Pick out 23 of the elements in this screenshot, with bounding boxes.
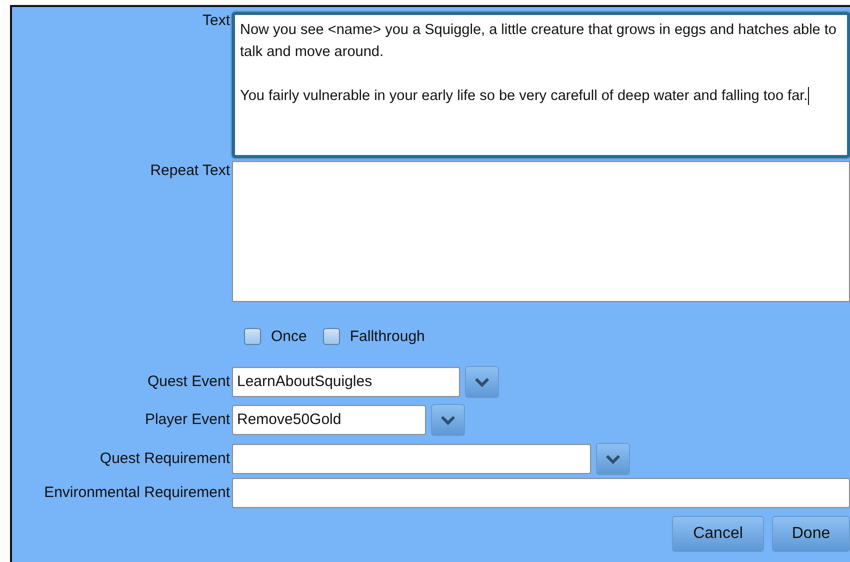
field-label: Repeat Text	[150, 162, 230, 180]
field-label: Environmental Requirement	[44, 484, 230, 502]
cancel-button[interactable]: Cancel	[672, 516, 764, 552]
dropdown-button[interactable]	[465, 366, 499, 398]
dropdown-button[interactable]	[596, 442, 630, 474]
chevron-down-icon	[605, 454, 621, 464]
combo-field[interactable]	[232, 444, 591, 474]
field-label: Text	[202, 12, 230, 30]
checkbox[interactable]	[322, 328, 340, 344]
dropdown-button[interactable]	[431, 404, 465, 436]
chevron-down-icon	[440, 415, 456, 425]
field-label: Player Event	[144, 411, 230, 429]
combo-field[interactable]: Remove50Gold	[232, 405, 426, 435]
checkbox-label: Once	[271, 328, 307, 344]
checkbox-label: Fallthrough	[350, 328, 425, 344]
checkbox[interactable]	[244, 328, 261, 344]
text-area[interactable]: Now you see <name> you a Squiggle, a little creature that grows in eggs and hatches able to talk and move around. You fairly vulnerable in your early life so be very carefull of deep water and falling too far.	[232, 12, 850, 158]
field-label: Quest Event	[147, 373, 230, 391]
chevron-down-icon	[474, 377, 490, 387]
done-button[interactable]: Done	[772, 516, 850, 552]
combo-field[interactable]: LearnAboutSquigles	[232, 367, 460, 397]
field-label: Quest Requirement	[100, 450, 230, 468]
input-field[interactable]	[232, 478, 850, 508]
